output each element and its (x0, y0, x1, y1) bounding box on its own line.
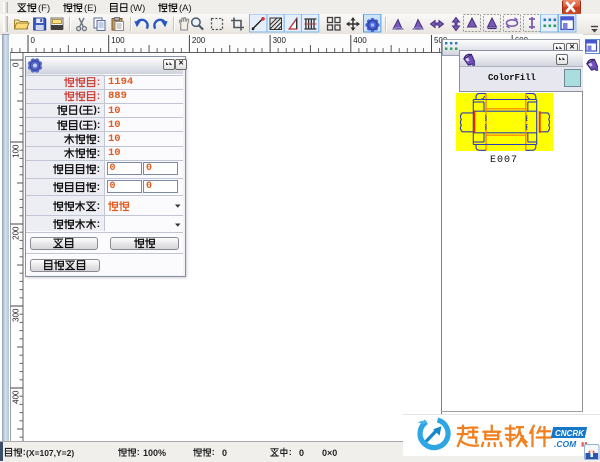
svg-text::: : (97, 147, 101, 159)
svg-text:):: ): (93, 104, 100, 116)
svg-text:0: 0 (31, 36, 36, 45)
svg-text::: : (97, 90, 101, 102)
svg-text:200: 200 (12, 226, 21, 240)
svg-text::: : (97, 218, 101, 230)
svg-text::: : (97, 133, 101, 145)
svg-text::: : (97, 164, 101, 176)
svg-text:0: 0 (12, 62, 21, 67)
svg-text:400: 400 (12, 390, 21, 404)
svg-text::: : (97, 200, 101, 212)
svg-text::: : (212, 447, 215, 457)
svg-text:100: 100 (12, 144, 21, 158)
svg-text::: : (289, 447, 292, 457)
svg-text:400: 400 (353, 36, 367, 45)
svg-text::: : (137, 447, 140, 457)
svg-text:300: 300 (12, 308, 21, 322)
svg-text:200: 200 (192, 36, 206, 45)
svg-text:100: 100 (111, 36, 125, 45)
svg-text:300: 300 (273, 36, 287, 45)
svg-text::: : (97, 181, 101, 193)
svg-text:):: ): (93, 119, 100, 131)
svg-text::: : (97, 76, 101, 88)
svg-text:(: ( (79, 119, 83, 131)
svg-text:(: ( (79, 104, 83, 116)
